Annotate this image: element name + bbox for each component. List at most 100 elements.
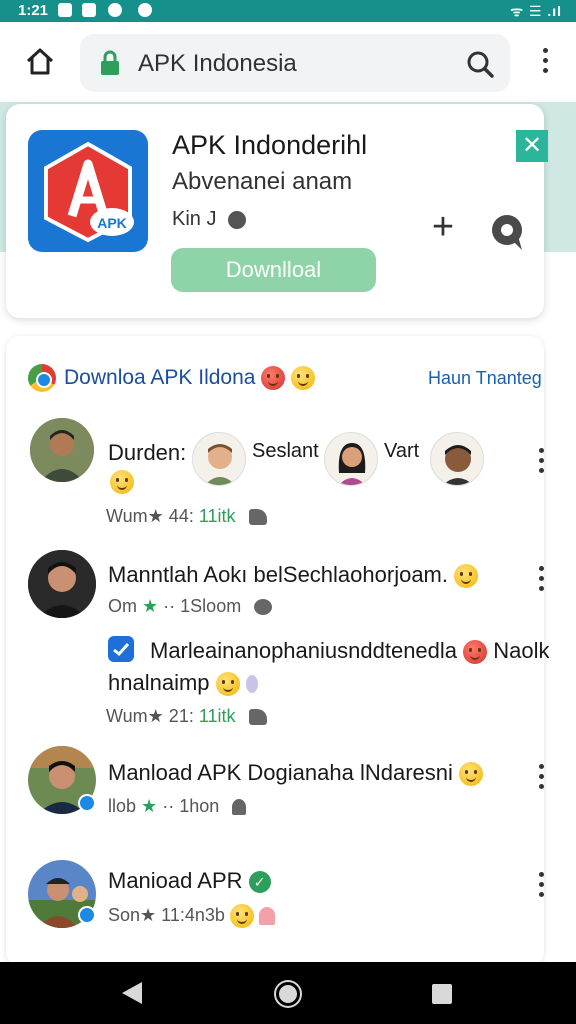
post-meta: Son★ 11:4n3b [108,904,275,928]
post-author[interactable]: Manioad APR ✓ [108,868,271,894]
share-icon[interactable] [248,509,267,526]
app-subtitle: Abvenanei anam [172,168,353,195]
chrome-icon [28,364,56,392]
feed-title: Downloa APK Ildona [64,366,316,391]
like-count: 11itk [198,706,236,726]
smile-emoji-icon [291,366,316,391]
close-icon[interactable]: ✕ [516,130,548,162]
share-icon[interactable] [248,709,267,726]
post-author[interactable]: Manntlah Aokı belSechlaohorjoam. [108,562,479,589]
address-bar[interactable]: APK Indonesia [80,34,510,92]
avatar[interactable] [28,550,96,618]
post-more-icon[interactable] [536,868,546,897]
post-meta-time: ·· 1Sloom [163,596,242,616]
person-avatar-icon [30,418,94,482]
app-meta-text: Kin J [172,208,217,230]
app-logo[interactable]: APK [28,130,148,252]
post-message-line2: hnalnaimp [108,670,258,697]
post-meta-text: Son★ 11:4n3b [108,904,225,925]
verified-check-icon: ✓ [248,871,271,894]
notification-icon [138,3,152,17]
post-message-tail: Naolk [493,638,550,663]
post-author[interactable]: Durden: [108,440,186,466]
post-more-icon[interactable] [536,562,546,591]
post-meta: llob ★ ·· 1hon [108,796,247,817]
app-title: APK Indonderihl [172,130,368,160]
feed-link[interactable]: Haun Tnanteg [428,368,542,389]
red-emoji-icon [261,366,286,391]
post-author-text: Manload APK Dogianaha lNdaresni [108,760,453,785]
feed-header: Downloa APK Ildona Haun Tnanteg [28,362,548,394]
overflow-menu-icon[interactable] [530,44,560,84]
post-meta-text: Om [108,596,137,616]
post-message-line2-text: hnalnaimp [108,670,210,695]
search-icon[interactable] [464,48,496,80]
message-icon [108,636,134,662]
smile-emoji-icon [110,470,134,494]
browser-toolbar: APK Indonesia [0,22,576,102]
post-meta: Wum★ 21: 11itk [106,706,267,727]
url-text: APK Indonesia [138,50,297,77]
status-indicators: ᯤ ☰ .ıl [510,3,562,19]
post-meta-time: ·· 1hon [162,796,220,816]
notification-icon [82,3,96,17]
verified-badge-icon [78,794,96,812]
smile-emoji-icon [215,672,240,697]
star-icon: ★ [141,796,158,816]
notification-icon [108,3,122,17]
check-icon [113,642,130,657]
lock-icon [101,50,119,75]
app-logo-badge: APK [97,215,127,231]
post-meta-text: Wum★ 44: [106,506,194,526]
info-icon [228,210,247,229]
globe-icon [254,599,273,616]
chat-icon[interactable] [488,212,528,252]
post-author-text: Manioad APR [108,868,243,893]
app-meta: Kin J [172,208,247,231]
download-button[interactable]: Downlloal [171,248,376,292]
status-bar: 1:21 ᯤ ☰ .ıl [0,0,576,22]
like-count: 11itk [198,506,236,526]
people-icon [232,799,247,816]
feed-title-text: Downloa APK Ildona [64,366,256,389]
post-more-icon[interactable] [536,444,546,473]
post-meta: Om ★ ·· 1Sloom [108,596,273,617]
back-icon[interactable] [122,982,142,1004]
home-button[interactable] [20,42,60,82]
verified-badge-icon [78,906,96,924]
status-time: 1:21 [18,2,49,19]
mention-name[interactable]: Vart [384,440,419,463]
post-meta: Wum★ 44: 11itk [106,506,267,527]
mention-avatar[interactable] [324,432,378,486]
avatar[interactable] [30,418,94,482]
smile-emoji-icon [454,564,479,589]
smile-emoji-icon [459,762,484,787]
heart-eyes-emoji-icon [463,640,488,665]
home-icon [26,48,54,75]
notification-icon [58,3,72,17]
post-author-text: Manntlah Aokı belSechlaohorjoam. [108,562,448,587]
star-icon: ★ [142,596,159,616]
post-message-text: Marleainanophaniusnddtenedla [150,638,458,663]
mention-name[interactable]: Seslant [252,440,319,463]
post-meta-text: Wum★ 21: [106,706,194,726]
thumb-icon [258,907,275,925]
post-more-icon[interactable] [536,760,546,789]
person-avatar-icon [443,445,473,485]
post-author[interactable]: Manload APK Dogianaha lNdaresni [108,760,484,787]
person-avatar-icon [28,550,96,618]
bubble-icon [245,675,258,694]
person-avatar-icon [338,443,366,485]
system-navigation-bar [0,962,576,1024]
smile-emoji-icon [229,904,254,928]
post-message: Marleainanophaniusnddtenedla Naolk [150,638,550,665]
home-circle-icon[interactable] [276,982,300,1006]
recent-apps-icon[interactable] [432,984,452,1004]
add-icon[interactable]: + [428,208,458,246]
mention-avatar[interactable] [430,432,484,486]
person-avatar-icon [204,444,236,485]
mention-avatar[interactable] [192,432,246,486]
app-logo-icon: APK [44,141,134,243]
app-card: APK APK Indonderihl Abvenanei anam Kin J… [6,104,548,318]
post-meta-text: llob [108,796,137,816]
